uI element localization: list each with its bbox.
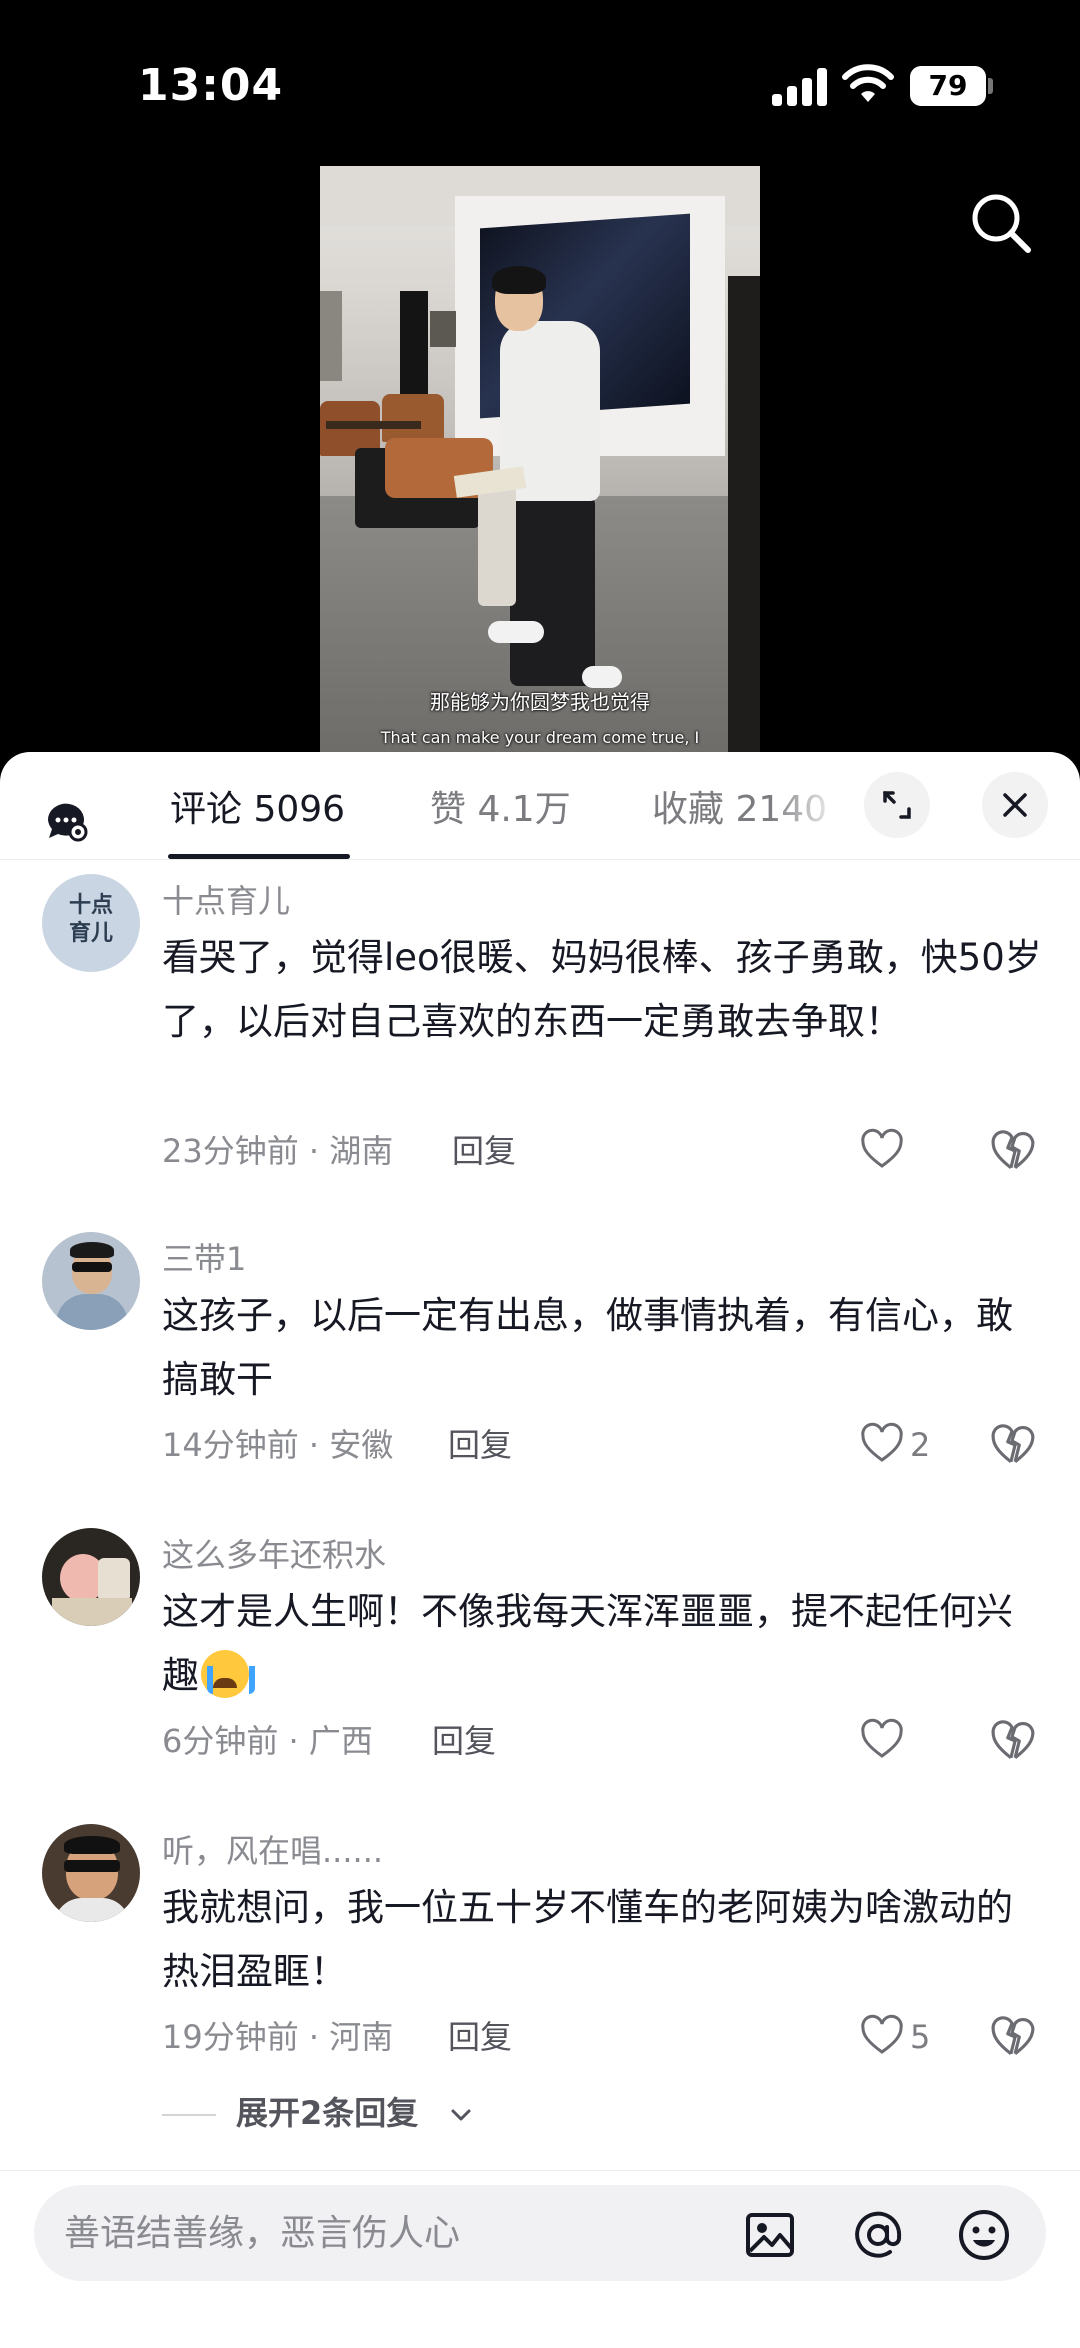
video-scene	[326, 421, 421, 429]
close-icon	[1003, 793, 1027, 817]
comment-text: 这孩子，以后一定有出息，做事情执着，有信心，敢搞敢干	[162, 1294, 1013, 1401]
reply-button[interactable]: 回复	[432, 1716, 496, 1762]
comment-text: 这才是人生啊！不像我每天浑浑噩噩，提不起任何兴趣	[162, 1580, 1042, 1708]
video-scene	[382, 394, 444, 442]
avatar-figure	[52, 1598, 132, 1626]
expand-icon	[883, 791, 911, 819]
reply-button[interactable]: 回复	[448, 1420, 512, 1466]
avatar-figure	[98, 1558, 130, 1602]
search-icon[interactable]	[966, 188, 1036, 258]
like-button[interactable]: 2	[860, 1422, 950, 1468]
status-time: 13:04	[138, 60, 284, 111]
comment-text-content: 这才是人生啊！不像我每天浑浑噩噩，提不起任何兴趣	[162, 1590, 1013, 1697]
reply-button[interactable]: 回复	[448, 2012, 512, 2058]
avatar-figure	[54, 1898, 130, 1922]
heart-icon	[861, 1422, 903, 1462]
comment-meta: 14分钟前 · 安徽	[162, 1426, 394, 1464]
video-subtitle-english: That can make your dream come true, I	[380, 728, 700, 747]
like-button[interactable]: 5	[860, 2014, 950, 2060]
heart-icon	[861, 1718, 903, 1758]
crying-emoji-icon	[201, 1650, 255, 1698]
avatar-figure	[70, 1242, 114, 1258]
comment-username[interactable]: 十点育儿	[162, 876, 290, 922]
status-bar: 13:04 79	[0, 0, 1080, 170]
image-icon[interactable]	[742, 2207, 798, 2263]
video-scene	[430, 311, 456, 347]
emoji-icon[interactable]	[956, 2207, 1012, 2263]
avatar-figure	[64, 1836, 120, 1854]
expand-divider	[162, 2114, 216, 2116]
comment-text: 我就想问，我一位五十岁不懂车的老阿姨为啥激动的热泪盈眶！	[162, 1886, 1013, 1993]
comment-input[interactable]	[64, 2205, 624, 2261]
comment-username[interactable]: 三带1	[162, 1234, 246, 1280]
comment-text: 看哭了，觉得leo很暖、妈妈很棒、孩子勇敢，快50岁了，以后对自己喜欢的东西一定…	[162, 936, 1042, 1043]
video-person	[488, 621, 544, 643]
battery-cap	[988, 78, 993, 94]
video-scene	[728, 276, 760, 756]
chevron-down-icon	[451, 2109, 471, 2121]
expand-button[interactable]	[864, 772, 930, 838]
like-count: 2	[910, 1426, 931, 1464]
video-scene	[320, 291, 342, 381]
tab-likes[interactable]: 赞 4.1万	[430, 780, 571, 832]
comment-meta: 6分钟前 · 广西	[162, 1722, 373, 1760]
at-icon[interactable]	[850, 2207, 906, 2263]
avatar-figure	[56, 1294, 128, 1330]
heart-icon	[861, 1128, 903, 1168]
broken-heart-icon[interactable]	[990, 1718, 1036, 1764]
avatar[interactable]	[42, 1232, 140, 1330]
avatar-logo-text: 十点育儿	[68, 893, 113, 946]
video-subtitle-chinese: 那能够为你圆梦我也觉得	[430, 690, 650, 714]
wifi-icon	[842, 64, 894, 102]
avatar-figure	[72, 1262, 112, 1272]
broken-heart-icon[interactable]	[990, 1422, 1036, 1468]
ai-assistant-icon[interactable]	[44, 798, 88, 842]
tab-active-indicator	[168, 854, 350, 859]
video-person	[510, 496, 595, 686]
video-person	[582, 666, 622, 688]
comment-username[interactable]: 听，风在唱......	[162, 1826, 383, 1872]
cellular-signal-icon	[772, 68, 828, 106]
like-button[interactable]	[860, 1128, 950, 1174]
comment-username[interactable]: 这么多年还积水	[162, 1530, 386, 1576]
comment-input-bar	[0, 2170, 1080, 2348]
reply-button[interactable]: 回复	[452, 1126, 516, 1172]
like-button[interactable]	[860, 1718, 950, 1764]
comment-input-container[interactable]	[34, 2185, 1046, 2281]
close-button[interactable]	[982, 772, 1048, 838]
tabs-bar: 评论 5096 赞 4.1万 收藏 2140	[0, 752, 1080, 860]
avatar-figure	[64, 1860, 120, 1872]
comment-meta: 19分钟前 · 河南	[162, 2018, 394, 2056]
broken-heart-icon[interactable]	[990, 1128, 1036, 1174]
broken-heart-icon[interactable]	[990, 2014, 1036, 2060]
expand-replies-label: 展开2条回复	[236, 2094, 419, 2132]
like-count: 5	[910, 2018, 931, 2056]
avatar[interactable]	[42, 1528, 140, 1626]
comment-meta: 23分钟前 · 湖南	[162, 1132, 394, 1170]
battery-indicator: 79	[910, 66, 986, 106]
video-person	[492, 266, 546, 294]
avatar[interactable]: 十点育儿	[42, 874, 140, 972]
heart-icon	[861, 2014, 903, 2054]
video-player[interactable]: 那能够为你圆梦我也觉得 That can make your dream com…	[320, 166, 760, 756]
comments-sheet: 评论 5096 赞 4.1万 收藏 2140 十点育儿 十点育儿 看哭了，觉得l…	[0, 752, 1080, 2348]
avatar[interactable]	[42, 1824, 140, 1922]
tab-fade-overlay	[770, 770, 850, 850]
video-scene	[478, 486, 516, 606]
tab-comments[interactable]: 评论 5096	[170, 780, 345, 832]
